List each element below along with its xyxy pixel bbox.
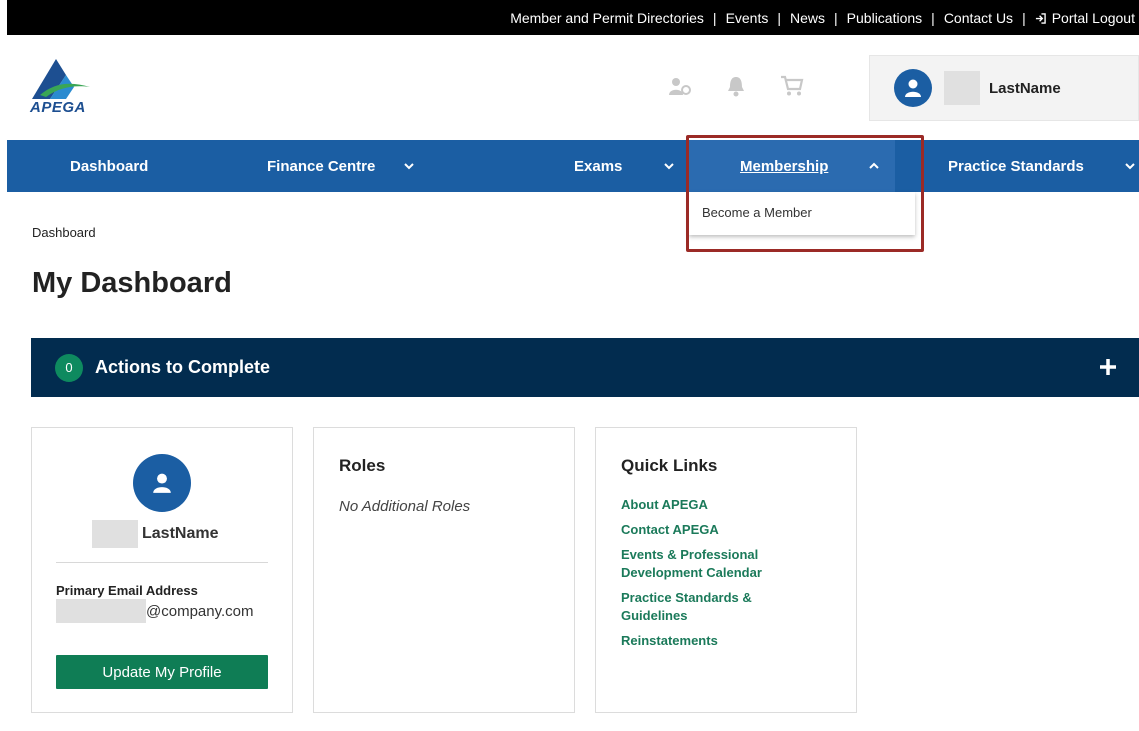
quick-link-practice-standards[interactable]: Practice Standards & Guidelines bbox=[621, 589, 781, 625]
cart-icon[interactable] bbox=[779, 75, 805, 97]
avatar bbox=[133, 454, 191, 512]
redacted-first-name bbox=[944, 71, 980, 105]
bell-icon[interactable] bbox=[723, 75, 749, 97]
roles-card: Roles No Additional Roles bbox=[313, 427, 575, 713]
separator: | bbox=[834, 9, 838, 26]
update-profile-button[interactable]: Update My Profile bbox=[56, 655, 268, 689]
apega-logo[interactable]: APEGA bbox=[30, 57, 110, 119]
user-settings-icon[interactable] bbox=[667, 75, 693, 97]
roles-title: Roles bbox=[339, 456, 386, 475]
logo-text: APEGA bbox=[30, 99, 86, 116]
profile-name: LastName bbox=[142, 525, 219, 542]
quick-link-reinstatements[interactable]: Reinstatements bbox=[621, 632, 841, 650]
user-menu[interactable]: LastName bbox=[869, 55, 1139, 121]
topbar-link-news[interactable]: News bbox=[790, 10, 825, 26]
quick-links-title: Quick Links bbox=[621, 456, 718, 475]
quick-link-about[interactable]: About APEGA bbox=[621, 496, 841, 514]
user-icon bbox=[153, 473, 171, 493]
page-title: My Dashboard bbox=[32, 267, 232, 299]
site-header: APEGA LastName bbox=[7, 35, 1139, 140]
redacted-first-name bbox=[92, 520, 138, 548]
email-label: Primary Email Address bbox=[56, 583, 198, 598]
membership-dropdown: Become a Member bbox=[689, 192, 915, 235]
nav-item-label: Practice Standards bbox=[948, 157, 1084, 175]
separator: | bbox=[1022, 9, 1026, 26]
topbar-link-events[interactable]: Events bbox=[726, 10, 769, 26]
nav-item-label: Dashboard bbox=[70, 157, 149, 175]
nav-item-exams[interactable]: Exams bbox=[574, 140, 675, 192]
divider bbox=[56, 562, 268, 563]
separator: | bbox=[712, 9, 717, 26]
utility-bar: Member and Permit Directories | Events |… bbox=[7, 0, 1139, 35]
dropdown-item-become-member[interactable]: Become a Member bbox=[702, 205, 812, 220]
logo-mountain-icon bbox=[32, 59, 90, 99]
actions-count-badge: 0 bbox=[55, 353, 83, 382]
actions-title: Actions to Complete bbox=[95, 357, 271, 377]
chevron-down-icon bbox=[1125, 163, 1135, 170]
nav-item-label: Exams bbox=[574, 157, 623, 175]
chevron-down-icon bbox=[404, 163, 415, 170]
roles-text: No Additional Roles bbox=[339, 498, 471, 515]
actions-to-complete-bar[interactable]: 0 Actions to Complete bbox=[31, 338, 1139, 397]
quick-links-card: Quick Links About APEGA Contact APEGA Ev… bbox=[595, 427, 857, 713]
user-icon bbox=[905, 79, 921, 97]
nav-item-label: Membership bbox=[740, 157, 829, 175]
nav-item-membership[interactable]: Membership bbox=[689, 140, 895, 192]
logout-icon bbox=[1035, 12, 1046, 24]
redacted-email-user bbox=[56, 599, 146, 623]
nav-item-practice-standards[interactable]: Practice Standards bbox=[948, 140, 1136, 192]
portal-logout-link[interactable]: Portal Logout bbox=[1035, 10, 1135, 26]
nav-item-label: Finance Centre bbox=[267, 157, 376, 175]
main-nav: Dashboard Finance Centre Exams Membershi… bbox=[7, 140, 1139, 192]
quick-link-contact[interactable]: Contact APEGA bbox=[621, 521, 841, 539]
chevron-up-icon bbox=[869, 162, 880, 169]
topbar-link-directories[interactable]: Member and Permit Directories bbox=[510, 10, 704, 26]
topbar-link-contact[interactable]: Contact Us bbox=[944, 10, 1013, 26]
email-domain: @company.com bbox=[146, 602, 254, 620]
breadcrumb[interactable]: Dashboard bbox=[32, 225, 96, 240]
nav-item-dashboard[interactable]: Dashboard bbox=[70, 140, 148, 192]
nav-item-finance-centre[interactable]: Finance Centre bbox=[267, 140, 415, 192]
chevron-down-icon bbox=[664, 163, 675, 170]
separator: | bbox=[777, 9, 782, 26]
separator: | bbox=[931, 9, 935, 26]
quick-link-events[interactable]: Events & Professional Development Calend… bbox=[621, 546, 781, 582]
avatar bbox=[894, 69, 932, 107]
expand-plus-icon[interactable] bbox=[1094, 353, 1122, 381]
portal-logout-label: Portal Logout bbox=[1051, 9, 1135, 26]
user-name: LastName bbox=[989, 79, 1061, 97]
topbar-link-publications[interactable]: Publications bbox=[847, 10, 923, 26]
profile-card: LastName Primary Email Address @company.… bbox=[31, 427, 293, 713]
